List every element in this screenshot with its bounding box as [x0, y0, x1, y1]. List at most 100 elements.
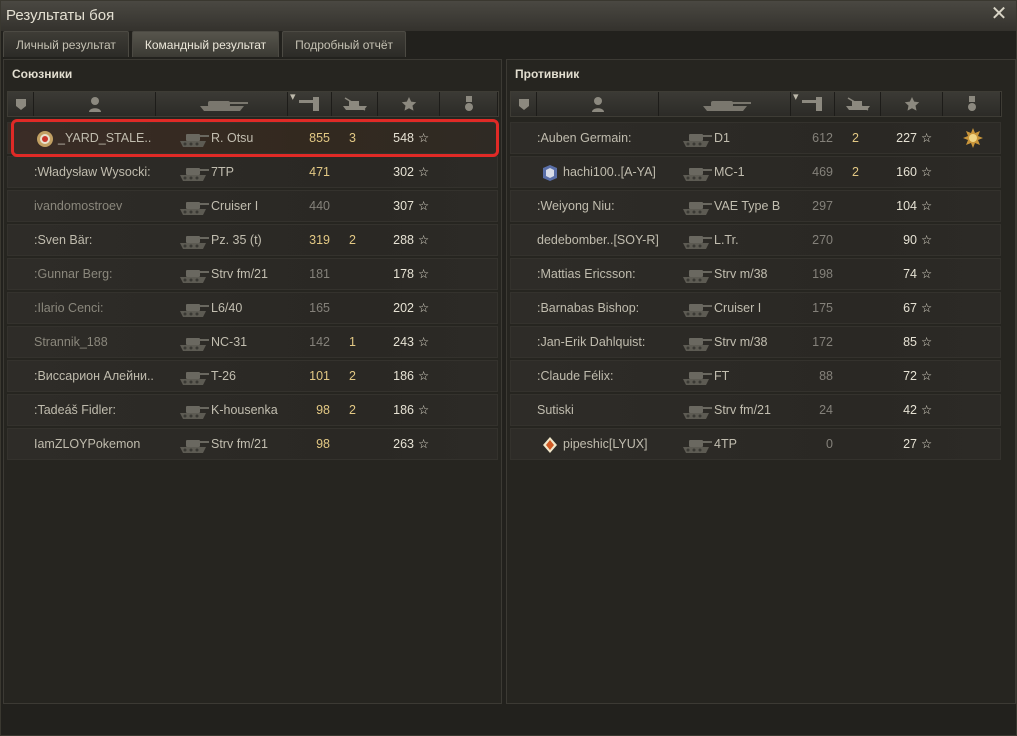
squad-icon [517, 97, 531, 111]
xp-star-icon: ☆ [921, 131, 933, 145]
player-row[interactable]: :Sven Bär: Pz. 35 (t) 319 2 288 ☆ [7, 224, 498, 256]
kills-column-header[interactable] [835, 92, 881, 116]
xp-star-icon: ☆ [921, 233, 933, 247]
player-row[interactable]: Sutiski Strv fm/21 24 42 ☆ [510, 394, 1001, 426]
xp-value: 67 [903, 301, 917, 315]
player-column-header[interactable] [34, 92, 156, 116]
squad-column-header[interactable] [511, 92, 537, 116]
medal-icon [463, 96, 475, 112]
player-row[interactable]: :Auben Germain: D1 612 2 227 ☆ [510, 122, 1001, 154]
tab-1[interactable]: Личный результат [3, 31, 129, 57]
tank-thumbnail-icon [178, 433, 210, 455]
player-name: :Auben Germain: [537, 131, 632, 145]
player-name: :Claude Félix: [537, 369, 614, 383]
xp-star-icon: ☆ [418, 403, 430, 417]
tank-thumbnail-icon [178, 229, 210, 251]
player-name: :Sven Bär: [34, 233, 93, 247]
player-row[interactable]: :Władysław Wysocki: 7TP 471 302 ☆ [7, 156, 498, 188]
damage-value: 175 [812, 301, 833, 315]
tab-bar: Личный результат Командный результат Подро… [3, 31, 407, 57]
xp-star-icon: ☆ [418, 301, 430, 315]
allies-header: ▾ [7, 91, 499, 117]
player-icon [88, 96, 102, 112]
tank-thumbnail-icon [681, 297, 713, 319]
player-name: :Виссарион Алейни.. [34, 369, 154, 383]
player-row[interactable]: :Claude Félix: FT 88 72 ☆ [510, 360, 1001, 392]
player-row[interactable]: :Виссарион Алейни.. T-26 101 2 186 ☆ [7, 360, 498, 392]
player-name: ivandomostroev [34, 199, 123, 213]
kills-value: 2 [852, 165, 859, 179]
kills-column-header[interactable] [332, 92, 378, 116]
xp-star-column-header[interactable] [881, 92, 943, 116]
sun-medal-icon[interactable] [962, 127, 984, 149]
player-row[interactable]: ivandomostroev Cruiser I 440 307 ☆ [7, 190, 498, 222]
player-row[interactable]: dedebomber..[SOY-R] L.Tr. 270 90 ☆ [510, 224, 1001, 256]
xp-star-icon: ☆ [921, 335, 933, 349]
xp-value: 160 [896, 165, 917, 179]
player-row[interactable]: :Gunnar Berg: Strv fm/21 181 178 ☆ [7, 258, 498, 290]
player-row[interactable]: Strannik_188 NC-31 142 1 243 ☆ [7, 326, 498, 358]
xp-value: 27 [903, 437, 917, 451]
tank-thumbnail-icon [178, 263, 210, 285]
tank-name: K-housenka [211, 403, 278, 417]
player-row[interactable]: :Mattias Ericsson: Strv m/38 198 74 ☆ [510, 258, 1001, 290]
tank-name: R. Otsu [211, 131, 254, 145]
xp-value: 186 [393, 369, 414, 383]
player-name: :Ilario Cenci: [34, 301, 104, 315]
player-row[interactable]: :Weiyong Niu: VAE Type B 297 104 ☆ [510, 190, 1001, 222]
damage-column-header[interactable]: ▾ [288, 91, 332, 116]
tank-thumbnail-icon [681, 365, 713, 387]
xp-star-icon: ☆ [921, 301, 933, 315]
xp-value: 307 [393, 199, 414, 213]
kills-value: 2 [349, 403, 356, 417]
tank-thumbnail-icon [178, 297, 210, 319]
xp-star-icon: ☆ [418, 437, 430, 451]
tank-column-header[interactable] [659, 92, 791, 116]
allies-title: Союзники [12, 67, 73, 81]
damage-column-header[interactable]: ▾ [791, 91, 835, 116]
xp-value: 72 [903, 369, 917, 383]
window-title: Результаты боя [6, 7, 115, 24]
tank-name: L6/40 [211, 301, 243, 315]
player-row[interactable]: :Tadeáš Fidler: K-housenka 98 2 186 ☆ [7, 394, 498, 426]
medal-column-header[interactable] [943, 92, 1001, 116]
enemies-list: :Auben Germain: D1 612 2 227 ☆ hachi100..[A-YA… [510, 122, 1001, 462]
player-column-header[interactable] [537, 92, 659, 116]
tab-2[interactable]: Командный результат [131, 31, 280, 57]
xp-value: 42 [903, 403, 917, 417]
xp-star-column-header[interactable] [378, 92, 440, 116]
squad-column-header[interactable] [8, 92, 34, 116]
enemies-title: Противник [515, 67, 580, 81]
medal-column-header[interactable] [440, 92, 498, 116]
damage-value: 172 [812, 335, 833, 349]
xp-star-icon: ☆ [418, 131, 430, 145]
damage-value: 297 [812, 199, 833, 213]
allies-panel: Союзники ▾ _YARD_STALE.. R. Otsu 855 3 548 ☆:… [3, 59, 502, 704]
damage-value: 198 [812, 267, 833, 281]
player-row[interactable]: hachi100..[A-YA] MC-1 469 2 160 ☆ [510, 156, 1001, 188]
damage-value: 165 [309, 301, 330, 315]
player-row[interactable]: IamZLOYPokemon Strv fm/21 98 263 ☆ [7, 428, 498, 460]
player-name: Sutiski [537, 403, 574, 417]
player-row[interactable]: :Barnabas Bishop: Cruiser I 175 67 ☆ [510, 292, 1001, 324]
close-icon[interactable]: ✕ [990, 4, 1008, 24]
allies-list: _YARD_STALE.. R. Otsu 855 3 548 ☆:Władysław W… [7, 122, 498, 462]
enemies-header: ▾ [510, 91, 1002, 117]
player-row[interactable]: :Ilario Cenci: L6/40 165 202 ☆ [7, 292, 498, 324]
kills-icon [844, 97, 872, 111]
tank-thumbnail-icon [681, 229, 713, 251]
tank-name: Cruiser I [211, 199, 259, 213]
xp-star-icon: ☆ [921, 369, 933, 383]
tab-3[interactable]: Подробный отчёт [282, 31, 407, 57]
kills-value: 3 [349, 131, 356, 145]
tank-column-header[interactable] [156, 92, 288, 116]
kills-value: 2 [852, 131, 859, 145]
player-row[interactable]: :Jan-Erik Dahlquist: Strv m/38 172 85 ☆ [510, 326, 1001, 358]
tank-name: Strv m/38 [714, 335, 768, 349]
player-row[interactable]: _YARD_STALE.. R. Otsu 855 3 548 ☆ [7, 122, 498, 154]
tank-thumbnail-icon [178, 195, 210, 217]
xp-star-icon [904, 96, 920, 112]
player-row[interactable]: pipeshic[LYUX] 4TP 0 27 ☆ [510, 428, 1001, 460]
damage-value: 181 [309, 267, 330, 281]
clan-icon [541, 164, 559, 182]
